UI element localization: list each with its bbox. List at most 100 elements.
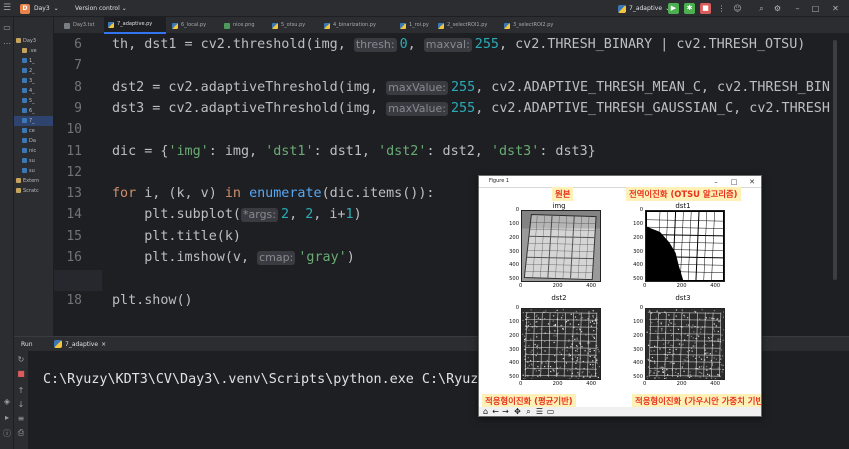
figure-canvas: img 0 100 200 300 400 500 0 200 400 원본 dst1 0 100 200 3… <box>479 187 761 408</box>
tree-item[interactable]: 6_ <box>14 106 53 116</box>
rerun-icon[interactable]: ↻ <box>16 355 26 365</box>
main-menu-icon[interactable]: ☰ <box>3 3 13 13</box>
tab-nice-png[interactable]: nice.png <box>220 17 266 34</box>
soft-wrap-icon[interactable]: ≡ <box>16 414 26 424</box>
tab-5-otsu-py[interactable]: 5_otsu.py <box>268 17 318 34</box>
maximize-icon[interactable]: □ <box>727 177 741 187</box>
tab-6-local-py[interactable]: 6_local.py <box>168 17 218 34</box>
y-tick-label: 0 <box>515 305 519 311</box>
tree-item[interactable]: ce <box>14 126 53 136</box>
folder-icon[interactable]: ▭ <box>2 23 12 33</box>
minimize-icon[interactable]: – <box>709 177 723 187</box>
tab-label: 6_local.py <box>181 22 207 28</box>
tree-item[interactable]: nic <box>14 146 53 156</box>
tree-item[interactable]: 7_ <box>14 116 53 126</box>
version-control-menu[interactable]: Version control ⌄ <box>75 5 127 12</box>
param-hint: thresh: <box>353 38 397 52</box>
y-tick-label: 500 <box>509 374 519 381</box>
tree-item[interactable]: Extern <box>14 176 53 186</box>
print-icon[interactable]: ⎙ <box>16 428 26 438</box>
tab-label: nice.png <box>233 22 255 28</box>
tab-label: 7_adaptive.py <box>117 21 153 27</box>
tree-item[interactable]: 2_ <box>14 66 53 76</box>
back-icon[interactable]: ← <box>491 407 500 416</box>
save-icon[interactable]: ▭ <box>546 407 555 416</box>
tree-item[interactable]: 3_ <box>14 76 53 86</box>
scroll-down-icon[interactable]: ↓ <box>16 400 26 410</box>
gear-icon[interactable]: ⚙ <box>772 3 783 14</box>
tree-item[interactable]: 4_ <box>14 86 53 96</box>
code-line-14: plt.subplot(*args: 2, 2, i+1) <box>112 207 362 222</box>
close-icon[interactable]: ✕ <box>745 177 759 187</box>
x-tick-label: 200 <box>676 283 687 289</box>
run-configuration-selector[interactable]: 7_adaptive ⌄ <box>618 3 670 14</box>
python-file-icon <box>618 4 626 13</box>
tab-4-binarization-py[interactable]: 4_binarization.py <box>320 17 394 34</box>
python-file-icon <box>22 158 27 163</box>
console-output[interactable]: C:\Ryuzy\KDT3\CV\Day3\.venv\Scripts\pyth… <box>43 372 486 387</box>
scroll-up-icon[interactable]: ↑ <box>16 386 26 396</box>
terminal-icon[interactable]: ▸ <box>2 413 12 423</box>
figure-window[interactable]: Figure 1 – □ ✕ img 0 100 200 300 400 500 0 200 40… <box>478 175 762 417</box>
zoom-icon[interactable]: ⌕ <box>524 407 533 416</box>
configure-subplots-icon[interactable]: ☰ <box>535 407 544 416</box>
y-tick-label: 100 <box>633 318 643 325</box>
code-line-6: th, dst1 = cv2.threshold(img, thresh: 0, … <box>112 37 806 52</box>
close-icon[interactable]: × <box>101 341 106 348</box>
y-tick-label: 200 <box>509 332 519 339</box>
search-icon[interactable]: ⌕ <box>756 3 767 14</box>
python-file-icon <box>22 118 27 123</box>
tree-item[interactable]: 1_ <box>14 56 53 66</box>
line-number: 8 <box>74 79 82 95</box>
x-tick-label: 200 <box>552 283 563 289</box>
editor-scrollbar-thumb[interactable] <box>833 40 837 280</box>
tab-label: 5_otsu.py <box>281 22 306 28</box>
home-icon[interactable]: ⌂ <box>481 407 490 416</box>
editor-tabs: Day3.txt 7_adaptive.py 6_local.py nice.png 5… <box>54 17 849 34</box>
param-hint: cmap: <box>257 251 296 265</box>
forward-icon[interactable]: → <box>501 407 510 416</box>
tree-item[interactable]: Da <box>14 136 53 146</box>
tree-item[interactable]: Scratc <box>14 186 53 196</box>
tree-item[interactable]: 5_ <box>14 96 53 106</box>
line-number: 10 <box>66 122 82 138</box>
python-packages-icon[interactable]: ◈ <box>2 397 12 407</box>
line-number: 7 <box>74 58 82 74</box>
x-tick-label: 0 <box>519 381 523 387</box>
tab-7-adaptive-py[interactable]: 7_adaptive.py <box>104 17 166 34</box>
subplot-title: dst1 <box>675 202 691 210</box>
close-icon[interactable]: ✕ <box>830 3 841 14</box>
tree-item-label: 3_ <box>29 78 35 84</box>
problems-icon[interactable]: ⓘ <box>2 429 12 439</box>
debug-button[interactable]: ✱ <box>684 3 695 14</box>
y-tick-label: 200 <box>633 234 643 241</box>
collaboration-icon[interactable]: ☺ <box>732 3 743 14</box>
minimize-icon[interactable]: – <box>792 3 803 14</box>
tree-item[interactable]: su <box>14 166 53 176</box>
run-tab[interactable]: 7_adaptive × <box>54 340 106 348</box>
pan-icon[interactable]: ✥ <box>513 407 522 416</box>
subplot-annotation: 적응형이진화 (평균기반) <box>482 394 576 408</box>
figure-toolbar: ⌂ ← → ✥ ⌕ ☰ ▭ <box>479 407 761 416</box>
tree-item[interactable]: Day3 <box>14 36 53 46</box>
y-tick-label: 0 <box>515 207 519 213</box>
stop-icon[interactable]: ■ <box>16 369 26 379</box>
tab-day3-txt[interactable]: Day3.txt <box>60 17 104 34</box>
run-button[interactable]: ▶ <box>668 3 679 14</box>
maximize-icon[interactable]: □ <box>810 3 821 14</box>
python-file-icon <box>22 168 27 173</box>
chevron-down-icon: ⌄ <box>121 5 127 12</box>
project-switcher[interactable]: D Day3 ⌄ <box>20 3 59 14</box>
tab-2-selectroi1-py[interactable]: 2_selectROI1.py <box>434 17 498 34</box>
subplot-image-img <box>521 210 601 282</box>
project-panel: Day3 .ve 1_ 2_ 3_ 4_ 5_ 6_ 7_ ce Da nic su su Extern Sc… <box>14 17 54 337</box>
more-actions-icon[interactable]: ⋮ <box>716 3 727 14</box>
stop-button[interactable]: ■ <box>700 3 711 14</box>
tab-3-selectroi2-py[interactable]: 3_selectROI2.py <box>500 17 570 34</box>
tree-item[interactable]: .ve <box>14 46 53 56</box>
py-file-icon <box>108 21 114 28</box>
structure-icon[interactable]: ⋯ <box>2 39 12 49</box>
tree-item[interactable]: su <box>14 156 53 166</box>
tab-1-roi-py[interactable]: 1_roi.py <box>396 17 432 34</box>
code-line-15: plt.title(k) <box>112 229 241 244</box>
